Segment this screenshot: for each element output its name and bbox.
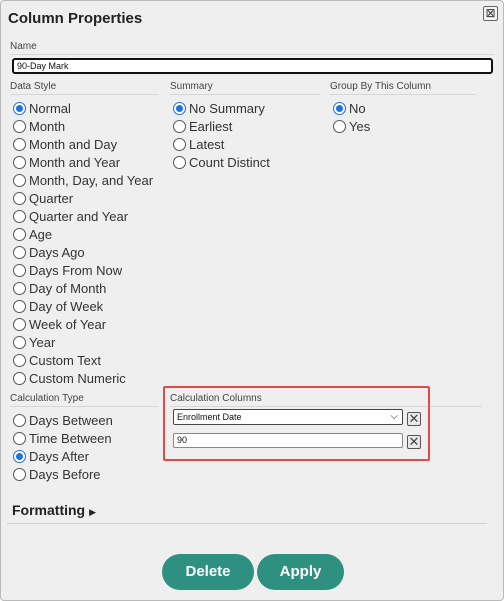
radio-button[interactable]	[333, 119, 346, 133]
radio-option[interactable]: Month and Year	[13, 153, 153, 171]
group-by-label: Group By This Column	[330, 81, 476, 95]
radio-option[interactable]: Days From Now	[13, 261, 153, 279]
radio-button[interactable]	[13, 173, 26, 187]
radio-button[interactable]	[173, 119, 186, 133]
name-input[interactable]	[12, 58, 493, 74]
summary-options: No Summary Earliest Latest Count Distinc…	[173, 99, 270, 171]
radio-button[interactable]	[173, 101, 186, 115]
radio-label: Time Between	[29, 430, 112, 446]
radio-button[interactable]	[13, 209, 26, 223]
radio-option[interactable]: Month, Day, and Year	[13, 171, 153, 189]
dialog-title: Column Properties	[8, 10, 143, 27]
radio-button[interactable]	[13, 467, 26, 481]
radio-option[interactable]: Age	[13, 225, 153, 243]
close-icon[interactable]: ⊠	[483, 6, 498, 21]
radio-label: Quarter and Year	[29, 208, 129, 224]
radio-option[interactable]: Month and Day	[13, 135, 153, 153]
calculation-type-options: Days Between Time Between Days After Day…	[13, 411, 113, 483]
radio-label: Days From Now	[29, 262, 123, 278]
radio-option[interactable]: Day of Month	[13, 279, 153, 297]
radio-label: Latest	[189, 136, 225, 152]
radio-option[interactable]: Days After	[13, 447, 113, 465]
radio-option[interactable]: Month	[13, 117, 153, 135]
column-properties-dialog: Column Properties ⊠ Name Data Style Summ…	[0, 0, 504, 601]
radio-label: Normal	[29, 100, 71, 116]
radio-label: Year	[29, 334, 56, 350]
radio-option[interactable]: Earliest	[173, 117, 270, 135]
radio-button[interactable]	[13, 431, 26, 445]
name-label: Name	[10, 41, 494, 55]
formatting-label: Formatting	[12, 502, 86, 518]
radio-button[interactable]	[173, 155, 186, 169]
radio-label: No Summary	[189, 100, 265, 116]
radio-button[interactable]	[13, 335, 26, 349]
radio-button[interactable]	[13, 413, 26, 427]
radio-label: Days Before	[29, 466, 101, 482]
apply-button[interactable]: Apply	[257, 554, 344, 590]
radio-label: No	[349, 100, 366, 116]
radio-option[interactable]: Days Between	[13, 411, 113, 429]
formatting-toggle[interactable]: Formatting ▶	[12, 502, 96, 518]
radio-label: Days After	[29, 448, 89, 464]
group-by-options: No Yes	[333, 99, 370, 135]
radio-button[interactable]	[13, 227, 26, 241]
radio-option[interactable]: Normal	[13, 99, 153, 117]
radio-button[interactable]	[13, 449, 26, 463]
radio-option[interactable]: Time Between	[13, 429, 113, 447]
radio-button[interactable]	[13, 353, 26, 367]
radio-option[interactable]: Quarter and Year	[13, 207, 153, 225]
radio-option[interactable]: Yes	[333, 117, 370, 135]
radio-button[interactable]	[13, 155, 26, 169]
radio-label: Day of Week	[29, 298, 104, 314]
radio-label: Quarter	[29, 190, 74, 206]
radio-option[interactable]: Year	[13, 333, 153, 351]
triangle-right-icon: ▶	[89, 507, 97, 517]
radio-label: Week of Year	[29, 316, 107, 332]
radio-button[interactable]	[13, 119, 26, 133]
calculation-type-label: Calculation Type	[10, 393, 158, 407]
radio-option[interactable]: No Summary	[173, 99, 270, 117]
radio-label: Day of Month	[29, 280, 107, 296]
radio-button[interactable]	[13, 371, 26, 385]
radio-label: Age	[29, 226, 53, 242]
radio-button[interactable]	[333, 101, 346, 115]
radio-option[interactable]: Custom Numeric	[13, 369, 153, 387]
delete-button[interactable]: Delete	[162, 554, 254, 590]
radio-option[interactable]: Quarter	[13, 189, 153, 207]
calculation-highlight-box	[163, 386, 430, 461]
radio-label: Days Ago	[29, 244, 85, 260]
radio-button[interactable]	[13, 317, 26, 331]
radio-option[interactable]: Days Ago	[13, 243, 153, 261]
radio-button[interactable]	[13, 245, 26, 259]
radio-label: Earliest	[189, 118, 233, 134]
radio-button[interactable]	[13, 101, 26, 115]
radio-option[interactable]: Custom Text	[13, 351, 153, 369]
radio-button[interactable]	[13, 137, 26, 151]
radio-button[interactable]	[13, 191, 26, 205]
radio-label: Custom Numeric	[29, 370, 126, 386]
summary-label: Summary	[170, 81, 320, 95]
divider	[7, 523, 487, 524]
data-style-options: Normal Month Month and Day Month and Yea…	[13, 99, 153, 387]
radio-label: Count Distinct	[189, 154, 270, 170]
radio-option[interactable]: Count Distinct	[173, 153, 270, 171]
radio-option[interactable]: Day of Week	[13, 297, 153, 315]
radio-label: Month	[29, 118, 66, 134]
radio-label: Yes	[349, 118, 371, 134]
radio-button[interactable]	[173, 137, 186, 151]
radio-option[interactable]: Latest	[173, 135, 270, 153]
radio-label: Month and Year	[29, 154, 121, 170]
radio-option[interactable]: No	[333, 99, 370, 117]
radio-label: Days Between	[29, 412, 113, 428]
radio-label: Month, Day, and Year	[29, 172, 154, 188]
radio-option[interactable]: Week of Year	[13, 315, 153, 333]
data-style-label: Data Style	[10, 81, 158, 95]
radio-button[interactable]	[13, 299, 26, 313]
radio-option[interactable]: Days Before	[13, 465, 113, 483]
radio-button[interactable]	[13, 263, 26, 277]
radio-button[interactable]	[13, 281, 26, 295]
radio-label: Custom Text	[29, 352, 102, 368]
radio-label: Month and Day	[29, 136, 118, 152]
